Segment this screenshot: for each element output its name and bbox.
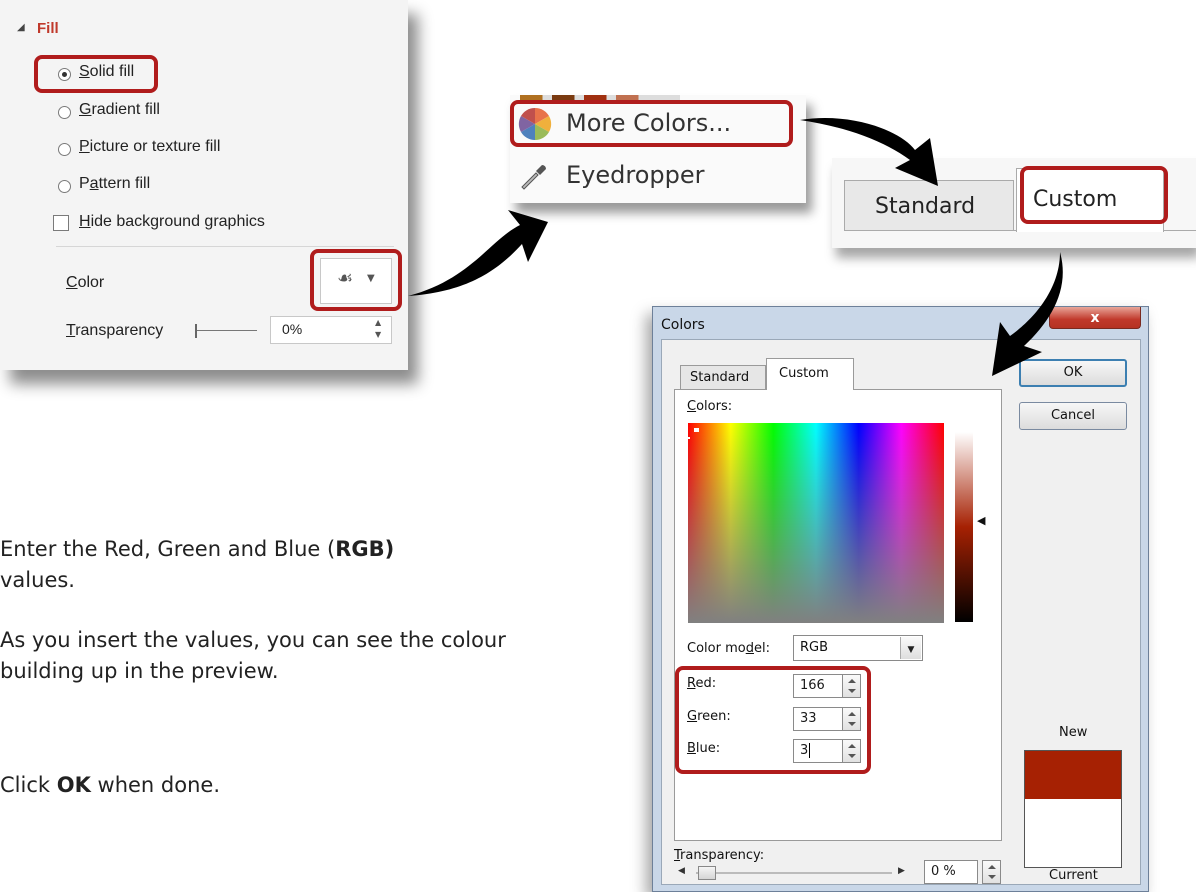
instruction-rgb: Enter the Red, Green and Blue (RGB) valu…: [0, 537, 395, 592]
instruction-preview: As you insert the values, you can see th…: [0, 628, 506, 683]
arrow-to-dialog: [992, 252, 1063, 376]
arrow-to-menu: [408, 210, 548, 296]
tab-custom-label: Custom: [779, 366, 829, 381]
tab-custom[interactable]: Custom: [766, 358, 854, 390]
arrow-to-tabs: [800, 118, 938, 186]
flow-arrows: [408, 118, 1063, 376]
instruction-ok: Click OK when done.: [0, 773, 220, 797]
